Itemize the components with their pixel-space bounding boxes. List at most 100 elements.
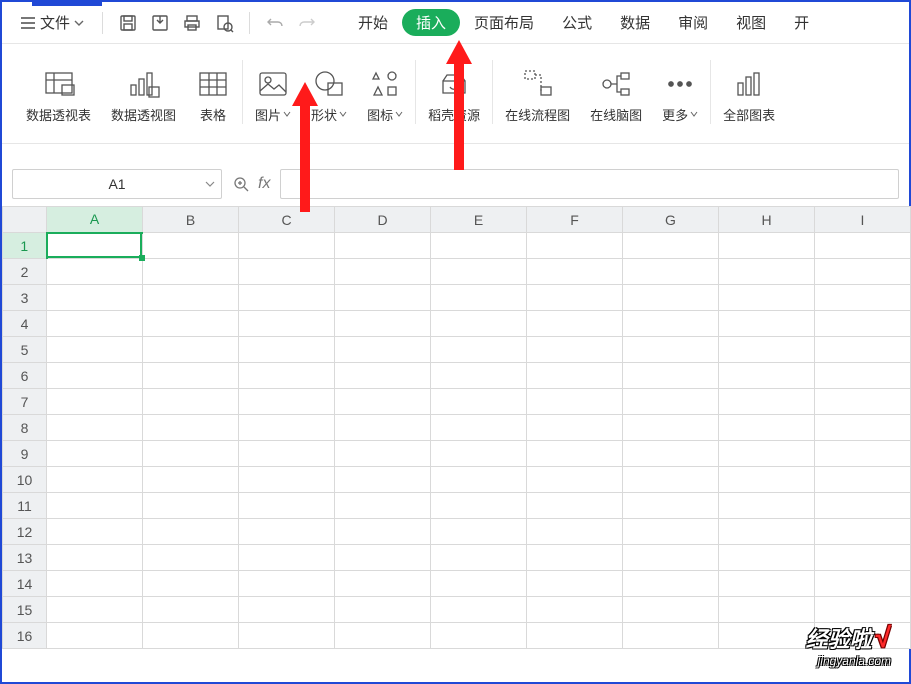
cell[interactable] <box>431 441 527 467</box>
cell[interactable] <box>335 467 431 493</box>
tab-view[interactable]: 视图 <box>722 6 780 39</box>
col-header-H[interactable]: H <box>719 207 815 233</box>
cell[interactable] <box>239 571 335 597</box>
cell[interactable] <box>623 311 719 337</box>
cell[interactable] <box>719 623 815 649</box>
cell[interactable] <box>143 597 239 623</box>
cell[interactable] <box>47 519 143 545</box>
cell[interactable] <box>815 259 911 285</box>
cell[interactable] <box>143 389 239 415</box>
cell[interactable] <box>719 389 815 415</box>
save-as-button[interactable] <box>147 10 173 36</box>
cell[interactable] <box>239 311 335 337</box>
cell[interactable] <box>431 233 527 259</box>
row-header-16[interactable]: 16 <box>3 623 47 649</box>
cell[interactable] <box>335 493 431 519</box>
cell[interactable] <box>143 623 239 649</box>
cell[interactable] <box>527 389 623 415</box>
cell[interactable] <box>143 363 239 389</box>
pivot-table-button[interactable]: 数据透视表 <box>16 54 101 132</box>
cell[interactable] <box>815 389 911 415</box>
cell[interactable] <box>623 545 719 571</box>
cell[interactable] <box>431 571 527 597</box>
tab-insert[interactable]: 插入 <box>402 9 460 36</box>
cell[interactable] <box>239 597 335 623</box>
cell[interactable] <box>719 597 815 623</box>
cell[interactable] <box>623 285 719 311</box>
doker-resource-button[interactable]: 稻壳资源 <box>418 54 490 132</box>
col-header-B[interactable]: B <box>143 207 239 233</box>
print-preview-button[interactable] <box>211 10 237 36</box>
cell[interactable] <box>47 363 143 389</box>
cell[interactable] <box>143 337 239 363</box>
cell[interactable] <box>47 259 143 285</box>
cell[interactable] <box>143 259 239 285</box>
row-header-9[interactable]: 9 <box>3 441 47 467</box>
cell[interactable] <box>719 311 815 337</box>
cell[interactable] <box>719 415 815 441</box>
cell[interactable] <box>719 363 815 389</box>
cell[interactable] <box>815 545 911 571</box>
cell[interactable] <box>47 571 143 597</box>
cell[interactable] <box>239 389 335 415</box>
cell[interactable] <box>47 441 143 467</box>
cell[interactable] <box>431 285 527 311</box>
cell[interactable] <box>239 233 335 259</box>
cell[interactable] <box>527 623 623 649</box>
cell[interactable] <box>47 337 143 363</box>
row-header-15[interactable]: 15 <box>3 597 47 623</box>
row-header-14[interactable]: 14 <box>3 571 47 597</box>
cell[interactable] <box>335 623 431 649</box>
row-header-1[interactable]: 1 <box>3 233 47 259</box>
cell[interactable] <box>143 571 239 597</box>
cell[interactable] <box>431 493 527 519</box>
cell[interactable] <box>719 233 815 259</box>
cell[interactable] <box>623 519 719 545</box>
col-header-D[interactable]: D <box>335 207 431 233</box>
table-button[interactable]: 表格 <box>186 54 240 132</box>
zoom-icon[interactable] <box>232 175 250 193</box>
cell[interactable] <box>527 415 623 441</box>
cell[interactable] <box>143 285 239 311</box>
cell[interactable] <box>719 571 815 597</box>
cell[interactable] <box>623 441 719 467</box>
cell[interactable] <box>143 545 239 571</box>
cell[interactable] <box>815 415 911 441</box>
fx-label[interactable]: fx <box>258 175 270 193</box>
row-header-11[interactable]: 11 <box>3 493 47 519</box>
mindmap-button[interactable]: 在线脑图 <box>580 54 652 132</box>
cell[interactable] <box>719 441 815 467</box>
row-header-6[interactable]: 6 <box>3 363 47 389</box>
cell[interactable] <box>335 441 431 467</box>
cell[interactable] <box>239 519 335 545</box>
all-charts-button[interactable]: 全部图表 <box>713 54 785 132</box>
tab-data[interactable]: 数据 <box>606 6 664 39</box>
cell[interactable] <box>527 571 623 597</box>
cell[interactable] <box>815 363 911 389</box>
cell[interactable] <box>815 337 911 363</box>
undo-button[interactable] <box>262 10 288 36</box>
row-header-7[interactable]: 7 <box>3 389 47 415</box>
name-box[interactable]: A1 <box>12 169 222 199</box>
cell[interactable] <box>527 597 623 623</box>
cell[interactable] <box>239 363 335 389</box>
cell[interactable] <box>527 493 623 519</box>
cell[interactable] <box>431 519 527 545</box>
more-button[interactable]: 更多 <box>652 54 708 132</box>
cell[interactable] <box>143 493 239 519</box>
cell[interactable] <box>719 545 815 571</box>
cell[interactable] <box>527 259 623 285</box>
cell[interactable] <box>143 233 239 259</box>
cell[interactable] <box>623 415 719 441</box>
cell[interactable] <box>527 545 623 571</box>
cell[interactable] <box>47 285 143 311</box>
cell[interactable] <box>527 311 623 337</box>
col-header-C[interactable]: C <box>239 207 335 233</box>
cell[interactable] <box>431 389 527 415</box>
shape-button[interactable]: 形状 <box>301 54 357 132</box>
cell[interactable] <box>47 493 143 519</box>
cell[interactable] <box>239 441 335 467</box>
cell[interactable] <box>623 493 719 519</box>
col-header-I[interactable]: I <box>815 207 911 233</box>
col-header-A[interactable]: A <box>47 207 143 233</box>
